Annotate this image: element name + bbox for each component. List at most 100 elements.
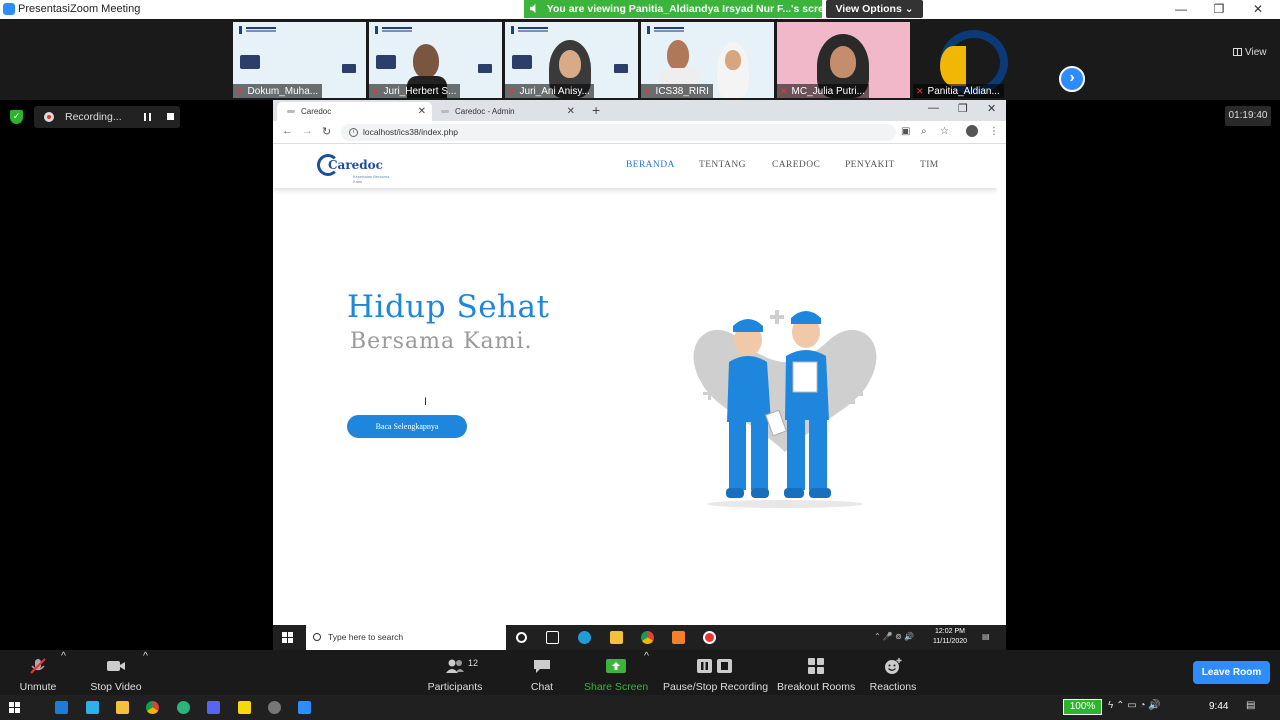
read-more-button[interactable]: Baca Selengkapnya xyxy=(347,415,467,438)
reactions-button[interactable]: Reactions xyxy=(868,650,918,695)
next-page-button[interactable]: › xyxy=(1059,66,1085,92)
participant-name-tag: ✕ Dokum_Muha... xyxy=(233,84,323,98)
browser-restore-button[interactable]: ❐ xyxy=(958,102,968,115)
reload-button[interactable]: ↻ xyxy=(322,125,331,138)
windows-start-icon[interactable] xyxy=(9,702,20,713)
back-button[interactable]: ← xyxy=(282,125,293,137)
browser-tab-caredoc[interactable]: Caredoc ✕ xyxy=(277,102,432,121)
participant-tile[interactable]: ✕ Panitia_Aldian... xyxy=(913,22,1046,98)
sticky-notes-icon[interactable] xyxy=(238,701,251,714)
medical-staff-illustration xyxy=(693,310,877,508)
info-icon[interactable]: i xyxy=(349,128,358,137)
view-options-button[interactable]: View Options ⌄ xyxy=(826,0,923,18)
edge-icon[interactable] xyxy=(578,631,591,644)
stop-recording-icon[interactable] xyxy=(167,113,174,120)
translate-icon[interactable]: ▣ xyxy=(901,126,910,137)
task-view-icon[interactable] xyxy=(546,631,559,644)
participant-tile[interactable]: ✕ ICS38_RIRI xyxy=(641,22,774,98)
nav-tim[interactable]: TIM xyxy=(920,160,939,170)
action-center-icon[interactable]: ▤ xyxy=(1246,700,1255,711)
xampp-icon[interactable] xyxy=(672,631,685,644)
participant-name-tag: ✕ ICS38_RIRI xyxy=(641,84,713,98)
discord-icon[interactable] xyxy=(207,701,220,714)
chat-button[interactable]: Chat xyxy=(524,650,560,695)
close-button[interactable]: ✕ xyxy=(1243,1,1273,18)
nav-penyakit[interactable]: PENYAKIT xyxy=(845,160,895,170)
browser-close-button[interactable]: ✕ xyxy=(987,102,996,115)
gallery-strip: ✕ Dokum_Muha... ✕ Juri_Herbert S... ✕ Juri_… xyxy=(0,19,1280,100)
browser-minimize-button[interactable]: — xyxy=(928,102,939,114)
chrome-icon[interactable] xyxy=(641,631,654,644)
close-tab-icon[interactable]: ✕ xyxy=(418,102,426,121)
unmute-button[interactable]: Unmute xyxy=(14,650,62,695)
participants-count: 12 xyxy=(468,658,479,668)
nav-beranda[interactable]: BERANDA xyxy=(626,160,675,170)
pause-recording-icon[interactable] xyxy=(144,113,151,121)
favicon xyxy=(441,110,449,113)
browser-menu-icon[interactable]: ⋮ xyxy=(989,126,999,137)
windows-start-icon[interactable] xyxy=(282,632,293,643)
battery-indicator[interactable]: 100% xyxy=(1063,699,1102,715)
reactions-smiley-icon xyxy=(885,658,902,674)
file-explorer-icon[interactable] xyxy=(610,631,623,644)
notification-icon[interactable]: ▤ xyxy=(982,632,990,641)
settings-gear-icon[interactable] xyxy=(268,701,281,714)
grid-icon xyxy=(1233,48,1242,56)
muted-mic-icon: ✕ xyxy=(236,86,244,96)
docs-app-icon[interactable] xyxy=(86,701,99,714)
viewing-text: You are viewing Panitia_Aldiandya Irsyad… xyxy=(546,3,822,15)
new-tab-button[interactable]: + xyxy=(592,102,600,119)
share-screen-button[interactable]: Share Screen xyxy=(584,650,648,695)
participant-tile[interactable]: ✕ Dokum_Muha... xyxy=(233,22,366,98)
taskbar-clock[interactable]: 12:02 PM 11/11/2020 xyxy=(933,627,967,647)
browser-tab-caredoc-admin[interactable]: Caredoc - Admin ✕ xyxy=(431,102,581,121)
browser-toolbar: ← → ↻ i localhost/ics38/index.php ▣ ⌕ ☆ … xyxy=(273,121,1006,144)
file-explorer-icon[interactable] xyxy=(116,701,129,714)
close-tab-icon[interactable]: ✕ xyxy=(567,102,575,121)
leave-room-button[interactable]: Leave Room xyxy=(1193,661,1270,684)
taskbar-search-box[interactable]: Type here to search xyxy=(306,625,506,650)
participant-name-tag: ✕ Panitia_Aldian... xyxy=(913,84,1004,98)
breakout-rooms-button[interactable]: Breakout Rooms xyxy=(777,650,855,695)
pause-stop-icon xyxy=(697,659,732,673)
participant-tile[interactable]: ✕ Juri_Ani Anisy... xyxy=(505,22,638,98)
muted-mic-icon: ✕ xyxy=(508,86,516,96)
profile-avatar-icon[interactable] xyxy=(966,125,978,137)
share-options-caret[interactable]: ^ xyxy=(644,650,649,662)
zoom-taskbar-icon[interactable] xyxy=(298,701,311,714)
audio-options-caret[interactable]: ^ xyxy=(61,650,66,662)
view-button[interactable]: View xyxy=(1233,47,1267,58)
chrome-icon[interactable] xyxy=(146,701,159,714)
maximize-button[interactable]: ❐ xyxy=(1204,1,1234,18)
system-tray-icons[interactable]: ϟ ⌃ ▭ ◔ 🔊 xyxy=(1108,700,1161,711)
participants-button[interactable]: 12 Participants xyxy=(424,650,486,695)
app-icon[interactable] xyxy=(177,701,190,714)
recording-label: Recording... xyxy=(65,111,122,123)
participant-tile[interactable]: ✕ MC_Julia Putri... xyxy=(777,22,910,98)
participant-video xyxy=(413,44,439,78)
video-options-caret[interactable]: ^ xyxy=(143,650,148,662)
caredoc-logo[interactable]: Caredoc Kesehatan Bersama Kami xyxy=(317,153,393,184)
recorder-icon[interactable] xyxy=(703,631,716,644)
pause-stop-recording-button[interactable]: Pause/Stop Recording xyxy=(663,650,768,695)
nav-tentang[interactable]: TENTANG xyxy=(699,160,746,170)
site-navbar: Caredoc Kesehatan Bersama Kami BERANDA T… xyxy=(273,144,997,188)
system-tray-icons[interactable]: ⌃ 🎤 ⊚ 🔊 xyxy=(874,632,914,641)
participant-tile[interactable]: ✕ Juri_Herbert S... xyxy=(369,22,502,98)
encryption-shield-icon[interactable]: ✓ xyxy=(10,110,23,124)
bookmark-star-icon[interactable]: ☆ xyxy=(940,126,949,137)
forward-button[interactable]: → xyxy=(302,125,313,137)
chat-bubble-icon xyxy=(534,660,550,673)
address-bar[interactable]: i localhost/ics38/index.php xyxy=(341,124,896,141)
stop-video-button[interactable]: Stop Video xyxy=(88,650,144,695)
host-clock[interactable]: 9:44 xyxy=(1209,701,1228,712)
zoom-icon[interactable]: ⌕ xyxy=(921,126,927,137)
shared-browser-window: Caredoc ✕ Caredoc - Admin ✕ + — ❐ ✕ ← → … xyxy=(273,100,1006,650)
nav-caredoc[interactable]: CAREDOC xyxy=(772,160,820,170)
participant-name-tag: ✕ MC_Julia Putri... xyxy=(777,84,869,98)
meeting-timer: 01:19:40 xyxy=(1225,106,1271,126)
cortana-icon[interactable] xyxy=(516,632,527,643)
word-app-icon[interactable] xyxy=(55,701,68,714)
record-dot-icon xyxy=(44,112,54,122)
minimize-button[interactable]: — xyxy=(1166,1,1196,18)
